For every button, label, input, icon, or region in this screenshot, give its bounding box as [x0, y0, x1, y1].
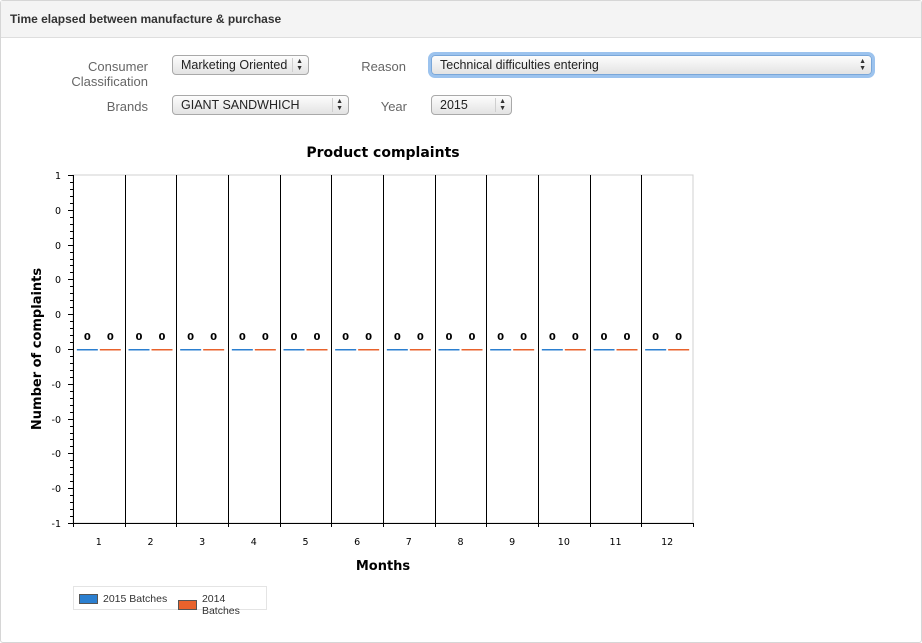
y-tick-label: 1	[55, 171, 61, 182]
x-tick-label: 2	[147, 537, 153, 548]
bar-2015	[335, 349, 357, 351]
legend-item-2014[interactable]: 2014 Batches	[178, 593, 266, 617]
y-tick-label: 0	[55, 310, 61, 321]
bar-2014	[306, 349, 328, 351]
data-label: 0	[136, 332, 143, 343]
bar-2014	[358, 349, 380, 351]
x-tick-label: 6	[354, 537, 360, 548]
data-label: 0	[210, 332, 217, 343]
legend-label-2015: 2015 Batches	[103, 593, 168, 605]
data-label: 0	[314, 332, 321, 343]
data-label: 0	[342, 332, 349, 343]
bar-2015	[645, 349, 667, 351]
bar-2014	[254, 349, 276, 351]
bar-2014	[151, 349, 173, 351]
bar-2014	[99, 349, 121, 351]
legend-swatch-2015	[79, 594, 98, 604]
chart-title: Product complaints	[306, 145, 459, 161]
bar-2014	[203, 349, 225, 351]
data-label: 0	[239, 332, 246, 343]
bar-2014	[616, 349, 638, 351]
bar-2014	[461, 349, 483, 351]
data-label: 0	[549, 332, 556, 343]
data-label: 0	[394, 332, 401, 343]
legend-label-2014: 2014 Batches	[201, 593, 240, 617]
y-tick-label: -0	[52, 484, 61, 495]
y-axis-label: Number of complaints	[30, 268, 45, 430]
data-label: 0	[624, 332, 631, 343]
product-complaints-chart: Product complaints Number of complaints …	[30, 145, 694, 574]
data-label: 0	[469, 332, 476, 343]
y-tick-label: -0	[52, 415, 61, 426]
chart-legend: 2015 Batches 2014 Batches	[73, 586, 267, 617]
data-label: 0	[675, 332, 682, 343]
bar-2015	[490, 349, 512, 351]
y-tick-label: -1	[52, 519, 61, 530]
data-label: 0	[417, 332, 424, 343]
x-tick-label: 11	[609, 537, 621, 548]
data-label: 0	[652, 332, 659, 343]
data-label: 0	[572, 332, 579, 343]
data-label: 0	[446, 332, 453, 343]
y-tick-label: -0	[52, 449, 61, 460]
data-label: 0	[107, 332, 114, 343]
y-tick-label: 0	[55, 275, 61, 286]
bar-2015	[128, 349, 150, 351]
x-tick-label: 10	[558, 537, 570, 548]
y-tick-label: 0	[55, 206, 61, 217]
data-label: 0	[601, 332, 608, 343]
bar-2015	[231, 349, 253, 351]
bar-2015	[180, 349, 202, 351]
x-tick-label: 4	[251, 537, 257, 548]
x-tick-label: 8	[457, 537, 463, 548]
bar-2014	[513, 349, 535, 351]
legend-swatch-2014	[178, 600, 197, 610]
legend-item-2015[interactable]: 2015 Batches	[79, 593, 167, 605]
bar-2015	[593, 349, 615, 351]
bar-2015	[283, 349, 305, 351]
bar-2015	[76, 349, 98, 351]
data-label: 0	[291, 332, 298, 343]
data-label: 0	[365, 332, 372, 343]
bar-2014	[668, 349, 690, 351]
bar-2015	[541, 349, 563, 351]
data-label: 0	[159, 332, 166, 343]
data-label: 0	[262, 332, 269, 343]
x-axis-label: Months	[356, 559, 411, 574]
data-label: 0	[187, 332, 194, 343]
bar-2014	[409, 349, 431, 351]
y-tick-label: 0	[55, 241, 61, 252]
data-label: 0	[520, 332, 527, 343]
x-tick-label: 5	[302, 537, 308, 548]
data-label: 0	[497, 332, 504, 343]
y-tick-label: -0	[52, 380, 61, 391]
bar-2014	[564, 349, 586, 351]
x-tick-label: 1	[96, 537, 102, 548]
bar-2015	[438, 349, 460, 351]
data-label: 0	[84, 332, 91, 343]
bar-2015	[386, 349, 408, 351]
x-tick-label: 3	[199, 537, 205, 548]
x-tick-label: 9	[509, 537, 515, 548]
y-tick-label: 0	[55, 345, 61, 356]
x-tick-label: 12	[661, 537, 673, 548]
x-tick-label: 7	[406, 537, 412, 548]
